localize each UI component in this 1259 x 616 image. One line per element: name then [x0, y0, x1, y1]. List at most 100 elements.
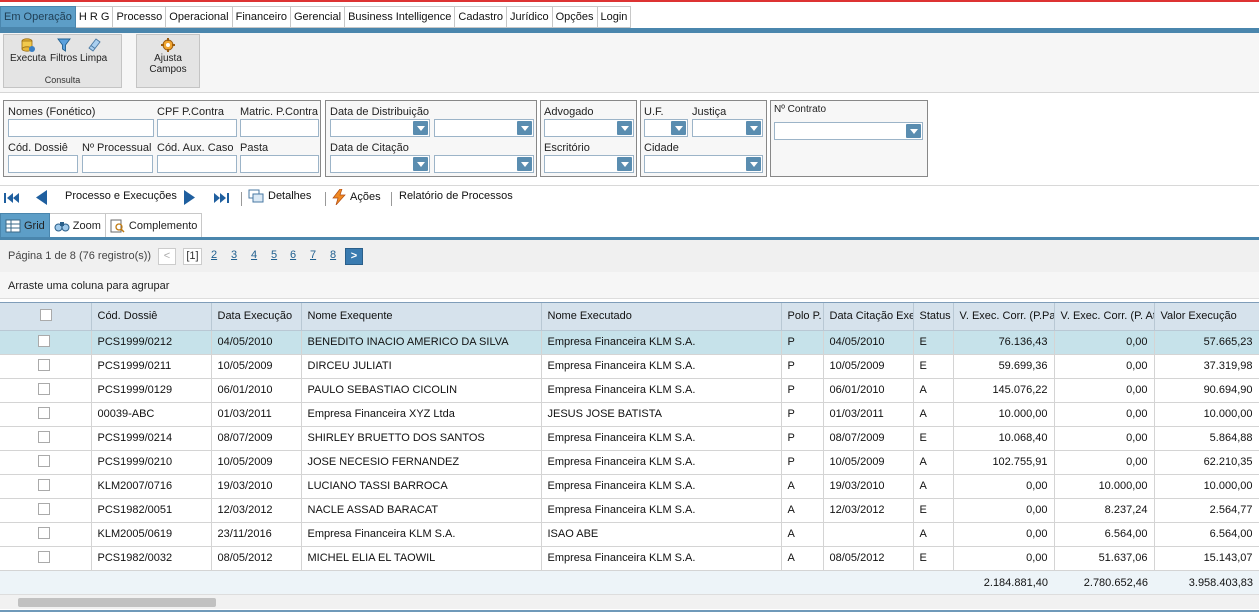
data-distribuicao-from-picker[interactable]	[330, 119, 430, 137]
detalhes-button[interactable]: Detalhes	[248, 189, 311, 203]
matric-input[interactable]	[240, 119, 319, 137]
cod-aux-input[interactable]	[157, 155, 237, 173]
chevron-down-icon[interactable]	[746, 121, 761, 135]
table-row[interactable]: PCS1999/0210 10/05/2009 JOSE NECESIO FERNA…	[0, 450, 1259, 475]
chevron-down-icon[interactable]	[906, 124, 921, 138]
table-row[interactable]: PCS1999/0211 10/05/2009 DIRCEU JULIATI Empr…	[0, 354, 1259, 379]
chevron-down-icon[interactable]	[517, 121, 532, 135]
column-header[interactable]: V. Exec. Corr. (P. At	[1054, 303, 1155, 331]
row-checkbox[interactable]	[38, 454, 50, 467]
row-checkbox-cell	[0, 378, 92, 403]
next-record-icon[interactable]	[182, 190, 196, 205]
column-header[interactable]: Data Execução	[211, 303, 302, 331]
column-header[interactable]: V. Exec. Corr. (P.Pa	[953, 303, 1055, 331]
page-link[interactable]: 6	[290, 249, 296, 261]
row-checkbox[interactable]	[38, 502, 50, 515]
table-cell: Empresa Financeira KLM S.A.	[541, 450, 782, 475]
prev-page-button[interactable]: <	[158, 248, 176, 265]
menu-financeiro[interactable]: Financeiro	[232, 6, 291, 28]
table-row[interactable]: KLM2005/0619 23/11/2016 Empresa Financeira…	[0, 522, 1259, 547]
column-header[interactable]: Status E	[913, 303, 954, 331]
uf-select[interactable]	[644, 119, 688, 137]
cidade-label: Cidade	[644, 142, 679, 154]
column-header[interactable]: Polo P.	[781, 303, 824, 331]
menu-processo[interactable]: Processo	[113, 6, 167, 28]
tab-grid[interactable]: Grid	[0, 213, 50, 238]
row-checkbox[interactable]	[38, 358, 50, 371]
menu-cadastro[interactable]: Cadastro	[455, 6, 508, 28]
menu-hrg[interactable]: H R G	[75, 6, 114, 28]
page-link[interactable]: 5	[271, 249, 277, 261]
menu-gerencial[interactable]: Gerencial	[290, 6, 346, 28]
chevron-down-icon[interactable]	[671, 121, 686, 135]
menu-operacional[interactable]: Operacional	[166, 6, 233, 28]
menu-business-intelligence[interactable]: Business Intelligence	[345, 6, 456, 28]
page-link[interactable]: 3	[231, 249, 237, 261]
data-citacao-from-picker[interactable]	[330, 155, 430, 173]
data-distribuicao-to-picker[interactable]	[434, 119, 534, 137]
table-row[interactable]: 00039-ABC 01/03/2011 Empresa Financeira XY…	[0, 402, 1259, 427]
row-checkbox[interactable]	[38, 430, 50, 443]
limpa-button[interactable]: Limpa	[80, 37, 107, 64]
menu-juridico[interactable]: Jurídico	[507, 6, 553, 28]
executa-button[interactable]: Executa	[10, 37, 46, 64]
chevron-down-icon[interactable]	[746, 157, 761, 171]
column-header[interactable]: Data Citação Exec	[823, 303, 914, 331]
row-checkbox[interactable]	[38, 550, 50, 563]
next-page-button[interactable]: >	[345, 248, 363, 265]
cpf-input[interactable]	[157, 119, 237, 137]
page-link[interactable]: 8	[330, 249, 336, 261]
page-link[interactable]: 7	[310, 249, 316, 261]
table-row[interactable]: PCS1982/0051 12/03/2012 NACLE ASSAD BARACA…	[0, 498, 1259, 523]
last-record-icon[interactable]	[213, 192, 229, 204]
row-checkbox[interactable]	[38, 406, 50, 419]
ajusta-campos-button[interactable]: Ajusta Campos	[138, 37, 198, 75]
page-link[interactable]: 4	[251, 249, 257, 261]
chevron-down-icon[interactable]	[413, 121, 428, 135]
horizontal-scrollbar[interactable]	[0, 594, 1259, 609]
n-processual-input[interactable]	[82, 155, 153, 173]
scrollbar-thumb[interactable]	[18, 598, 216, 607]
first-record-icon[interactable]	[4, 192, 20, 204]
row-checkbox[interactable]	[38, 334, 50, 347]
n-contrato-select[interactable]	[774, 122, 923, 140]
row-checkbox[interactable]	[38, 478, 50, 491]
menu-em-operacao[interactable]: Em Operação	[0, 6, 76, 28]
filtros-button[interactable]: Filtros	[50, 37, 77, 64]
tab-zoom[interactable]: Zoom	[49, 213, 106, 238]
justica-select[interactable]	[692, 119, 763, 137]
page-link[interactable]: 2	[211, 249, 217, 261]
table-row[interactable]: PCS1982/0032 08/05/2012 MICHEL ELIA EL TAO…	[0, 546, 1259, 571]
row-checkbox[interactable]	[38, 526, 50, 539]
tab-complemento[interactable]: Complemento	[105, 213, 203, 238]
tab-zoom-label: Zoom	[72, 219, 101, 232]
column-header[interactable]: Valor Execução	[1154, 303, 1259, 331]
table-row[interactable]: PCS1999/0212 04/05/2010 BENEDITO INACIO AM…	[0, 330, 1259, 355]
select-all-checkbox[interactable]	[40, 308, 52, 321]
chevron-down-icon[interactable]	[617, 157, 632, 171]
pasta-input[interactable]	[240, 155, 319, 173]
menu-login[interactable]: Login	[597, 6, 632, 28]
relatorio-processos-button[interactable]: Relatório de Processos	[399, 190, 513, 202]
cidade-select[interactable]	[644, 155, 763, 173]
column-header[interactable]: Cód. Dossiê	[91, 303, 212, 331]
table-row[interactable]: KLM2007/0716 19/03/2010 LUCIANO TASSI BARR…	[0, 474, 1259, 499]
row-checkbox[interactable]	[38, 382, 50, 395]
cod-dossie-input[interactable]	[8, 155, 78, 173]
advogado-select[interactable]	[544, 119, 634, 137]
group-panel[interactable]: Arraste uma coluna para agrupar	[0, 272, 1259, 299]
previous-record-icon[interactable]	[35, 190, 49, 205]
column-header[interactable]: Nome Exequente	[301, 303, 542, 331]
chevron-down-icon[interactable]	[413, 157, 428, 171]
nomes-input[interactable]	[8, 119, 154, 137]
data-citacao-to-picker[interactable]	[434, 155, 534, 173]
table-row[interactable]: PCS1999/0129 06/01/2010 PAULO SEBASTIAO CI…	[0, 378, 1259, 403]
chevron-down-icon[interactable]	[617, 121, 632, 135]
column-header[interactable]: Nome Executado	[541, 303, 782, 331]
menu-opcoes[interactable]: Opções	[552, 6, 598, 28]
filter-box-contrato: Nº Contrato	[770, 100, 928, 177]
escritorio-select[interactable]	[544, 155, 634, 173]
table-row[interactable]: PCS1999/0214 08/07/2009 SHIRLEY BRUETTO DO…	[0, 426, 1259, 451]
acoes-button[interactable]: Ações	[332, 189, 381, 205]
chevron-down-icon[interactable]	[517, 157, 532, 171]
